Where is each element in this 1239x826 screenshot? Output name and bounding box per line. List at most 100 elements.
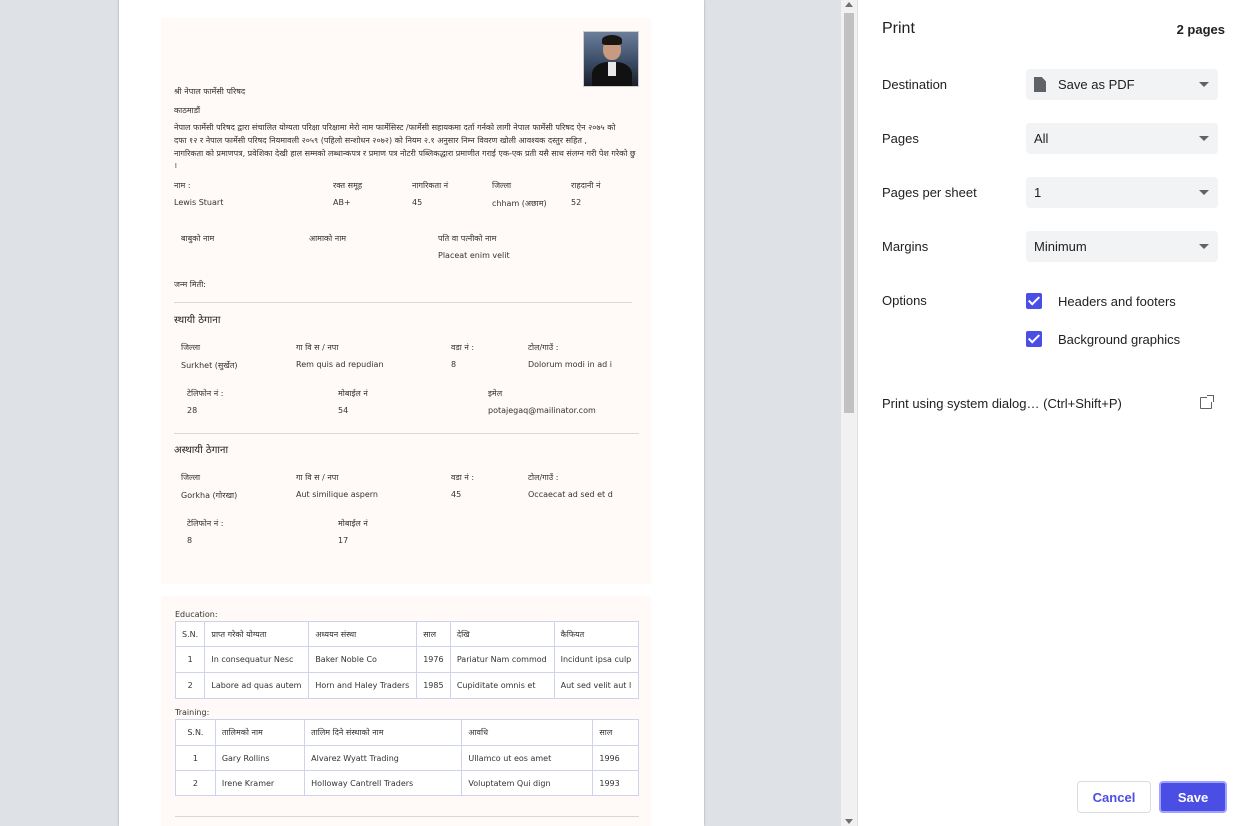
perm-label-mobile: मोबाईल नं <box>338 389 368 398</box>
table-header-row: S.N. प्राप्त गरेको योग्यता अध्ययन संस्था… <box>174 621 640 647</box>
table-row: 1 Gary Rollins Alvarez Wyatt Trading Ull… <box>175 745 639 771</box>
divider <box>175 816 639 817</box>
table-cell: 1976 <box>416 646 451 673</box>
table-cell: Cupiditate omnis et <box>449 672 555 699</box>
table-header-cell: आवधि <box>461 719 594 746</box>
label-passport: राहदानी नं <box>571 181 601 190</box>
scroll-up-icon[interactable] <box>845 2 853 7</box>
divider <box>174 302 632 303</box>
table-cell: Incidunt ipsa culp <box>553 646 640 673</box>
pages-value: All <box>1034 131 1049 146</box>
label-name: नाम : <box>174 181 191 190</box>
perm-label-vdc: गा वि स / नपा <box>296 343 339 352</box>
perm-value-mobile: 54 <box>338 406 349 415</box>
table-cell: Horn and Haley Traders <box>308 672 418 699</box>
divider <box>174 433 639 434</box>
applicant-photo <box>583 31 639 87</box>
label-dob: जन्म मिती: <box>174 280 206 289</box>
table-header-cell: S.N. <box>174 621 206 647</box>
table-row: 1 In consequatur Nesc Baker Noble Co 197… <box>174 646 640 673</box>
temp-label-mobile: मोबाईल नं <box>338 519 368 528</box>
value-district: chham (अछाम) <box>492 199 547 208</box>
label-father: बाबुको नाम <box>181 234 215 243</box>
chevron-down-icon <box>1199 190 1209 195</box>
scroll-down-icon[interactable] <box>845 819 853 824</box>
table-cell: Irene Kramer <box>214 770 306 796</box>
table-header-cell: प्राप्त गरेको योग्यता <box>204 621 310 647</box>
perm-value-tole: Dolorum modi in ad i <box>528 360 612 369</box>
temp-label-ward: वडा नं : <box>451 473 475 482</box>
table-cell: Ullamco ut eos amet <box>461 745 594 771</box>
body-line: । <box>174 161 178 170</box>
pages-per-sheet-select[interactable]: 1 <box>1026 177 1218 208</box>
temporary-address-title: अस्थायी ठेगाना <box>174 445 229 456</box>
table-header-cell: S.N. <box>175 719 216 746</box>
preview-scrollbar[interactable] <box>841 0 857 826</box>
value-blood-group: AB+ <box>333 198 351 207</box>
pages-per-sheet-label: Pages per sheet <box>882 185 977 200</box>
temp-label-tole: टोल/गाउँ : <box>528 473 559 482</box>
options-label: Options <box>882 293 927 308</box>
form-card: श्री नेपाल फार्मेसी परिषद काठमाडौं नेपाल… <box>161 18 651 584</box>
table-header-row: S.N. तालिमको नाम तालिम दिने संस्थाको नाम… <box>175 719 639 746</box>
pages-label: Pages <box>882 131 919 146</box>
margins-label: Margins <box>882 239 929 254</box>
table-cell: 1 <box>174 646 206 673</box>
table-cell: 1 <box>175 745 216 771</box>
background-graphics-label[interactable]: Background graphics <box>1058 332 1180 347</box>
value-citizenship: 45 <box>412 198 423 207</box>
print-settings-panel: Print 2 pages Destination Save as PDF Pa… <box>857 0 1239 826</box>
table-cell: 1993 <box>592 770 639 796</box>
table-header-cell: तालिमको नाम <box>214 719 306 746</box>
destination-select[interactable]: Save as PDF <box>1026 69 1218 100</box>
perm-label-phone: टेलिफोन नं : <box>187 389 224 398</box>
open-external-icon[interactable] <box>1200 395 1214 409</box>
table-cell: Labore ad quas autem <box>204 672 310 699</box>
table-cell: Pariatur Nam commod <box>449 646 555 673</box>
training-title: Training: <box>175 708 210 717</box>
preview-page: श्री नेपाल फार्मेसी परिषद काठमाडौं नेपाल… <box>119 0 704 826</box>
label-district: जिल्ला <box>492 181 512 190</box>
table-header-cell: अध्ययन संस्था <box>308 621 418 647</box>
table-cell: Alvarez Wyatt Trading <box>304 745 463 771</box>
cancel-button[interactable]: Cancel <box>1077 781 1151 813</box>
table-header-cell: कैफियत <box>553 621 640 647</box>
body-line: नागरिकता को प्रमाणपत्र, प्रवेशिका देखी ह… <box>174 149 636 158</box>
perm-label-tole: टोल/गाउँ : <box>528 343 559 352</box>
perm-value-phone: 28 <box>187 406 198 415</box>
temp-label-vdc: गा वि स / नपा <box>296 473 339 482</box>
addressee: श्री नेपाल फार्मेसी परिषद <box>174 87 246 96</box>
pages-select[interactable]: All <box>1026 123 1218 154</box>
destination-value: Save as PDF <box>1058 77 1135 92</box>
label-mother: आमाको नाम <box>309 234 347 243</box>
chevron-down-icon <box>1199 82 1209 87</box>
temp-value-vdc: Aut similique aspern <box>296 490 378 499</box>
headers-footers-label[interactable]: Headers and footers <box>1058 294 1176 309</box>
headers-footers-checkbox[interactable] <box>1026 293 1042 309</box>
table-cell: Holloway Cantrell Traders <box>304 770 463 796</box>
page-count: 2 pages <box>1176 22 1225 37</box>
save-button[interactable]: Save <box>1159 781 1227 813</box>
permanent-address-title: स्थायी ठेगाना <box>174 315 221 326</box>
preview-area[interactable]: श्री नेपाल फार्मेसी परिषद काठमाडौं नेपाल… <box>0 0 857 826</box>
background-graphics-checkbox[interactable] <box>1026 331 1042 347</box>
system-dialog-link[interactable]: Print using system dialog… (Ctrl+Shift+P… <box>882 396 1122 411</box>
table-header-cell: तालिम दिने संस्थाको नाम <box>304 719 463 746</box>
margins-select[interactable]: Minimum <box>1026 231 1218 262</box>
scrollbar-thumb[interactable] <box>844 13 854 413</box>
table-cell: Gary Rollins <box>214 745 306 771</box>
margins-value: Minimum <box>1034 239 1087 254</box>
temp-value-mobile: 17 <box>338 536 349 545</box>
table-cell: 2 <box>174 672 206 699</box>
temp-label-district: जिल्ला <box>181 473 201 482</box>
label-blood-group: रक्त समूह <box>333 181 363 190</box>
chevron-down-icon <box>1199 244 1209 249</box>
table-cell: 2 <box>175 770 216 796</box>
table-row: 2 Irene Kramer Holloway Cantrell Traders… <box>175 770 639 796</box>
pdf-file-icon <box>1034 77 1046 92</box>
pages-per-sheet-value: 1 <box>1034 185 1042 200</box>
perm-label-email: इमेल <box>488 389 503 398</box>
perm-label-ward: वडा नं : <box>451 343 475 352</box>
table-cell: 1996 <box>592 745 639 771</box>
perm-value-district: Surkhet (सुर्खेत) <box>181 361 238 370</box>
